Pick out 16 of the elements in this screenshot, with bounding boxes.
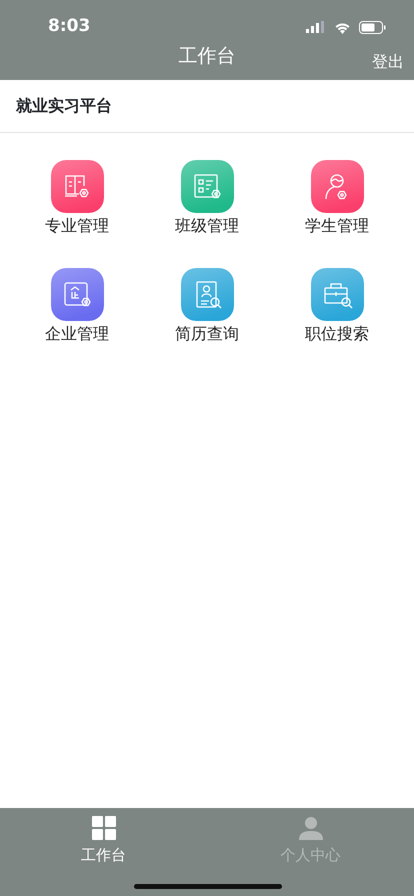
app-tile[interactable]: 班级管理 bbox=[142, 160, 272, 238]
app-tile[interactable]: 专业管理 bbox=[12, 160, 142, 238]
signal-icon bbox=[306, 21, 326, 33]
battery-icon bbox=[359, 20, 386, 34]
app-tile[interactable]: 简历查询 bbox=[142, 268, 272, 346]
app-tile[interactable]: 学生管理 bbox=[272, 160, 402, 238]
section-title: 就业实习平台 bbox=[16, 95, 112, 117]
person-icon bbox=[298, 816, 322, 840]
page-title: 工作台 bbox=[178, 44, 236, 69]
app-tile[interactable]: 企业管理 bbox=[12, 268, 142, 346]
logout-button[interactable]: 登出 bbox=[372, 50, 404, 74]
tab-item[interactable]: 工作台 bbox=[0, 808, 207, 896]
grid-icon bbox=[92, 816, 116, 840]
app-tile[interactable]: 职位搜索 bbox=[272, 268, 402, 346]
status-time: 8:03 bbox=[48, 15, 90, 38]
wifi-icon bbox=[334, 20, 351, 34]
